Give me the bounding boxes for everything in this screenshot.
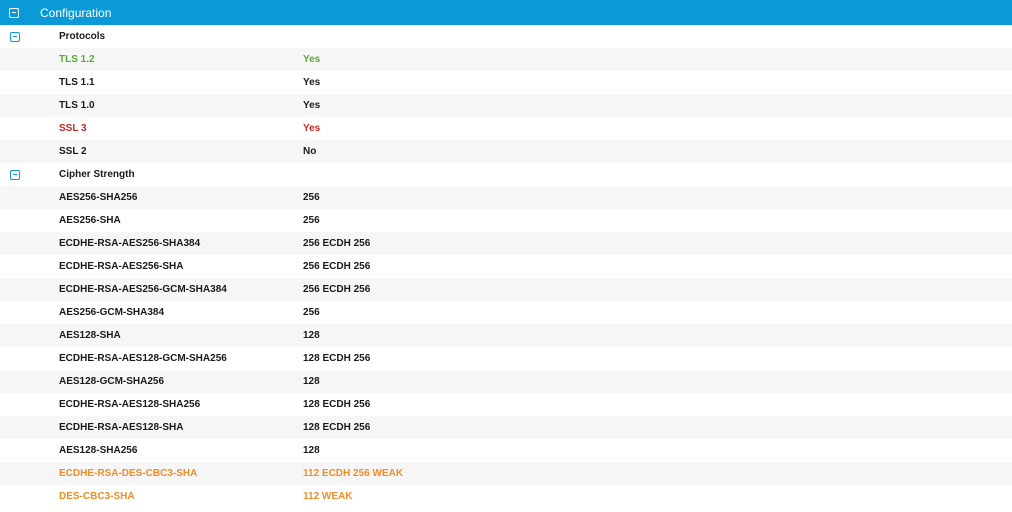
row-name: AES128-SHA: [59, 330, 121, 341]
row-value: 256: [303, 192, 320, 203]
row-value: 128 ECDH 256: [303, 422, 371, 433]
table-row: ECDHE-RSA-AES128-GCM-SHA256 128 ECDH 256: [0, 347, 1012, 370]
row-name: AES128-SHA256: [59, 445, 138, 456]
collapse-icon[interactable]: [10, 169, 20, 180]
row-value: 112 WEAK: [303, 491, 353, 502]
row-name: AES256-SHA: [59, 215, 121, 226]
row-value: 112 ECDH 256 WEAK: [303, 468, 404, 479]
row-name: ECDHE-RSA-DES-CBC3-SHA: [59, 468, 198, 479]
row-name: ECDHE-RSA-AES256-SHA: [59, 261, 184, 272]
table-row: SSL 2 No: [0, 140, 1012, 163]
table-row: ECDHE-RSA-AES256-SHA 256 ECDH 256: [0, 255, 1012, 278]
row-value: Yes: [303, 54, 321, 65]
row-name: AES256-GCM-SHA384: [59, 307, 165, 318]
table-row: ECDHE-RSA-AES128-SHA 128 ECDH 256: [0, 416, 1012, 439]
row-value: 256 ECDH 256: [303, 284, 371, 295]
row-value: 128 ECDH 256: [303, 399, 371, 410]
row-name: DES-CBC3-SHA: [59, 491, 135, 502]
table-row: ECDHE-RSA-AES256-SHA384 256 ECDH 256: [0, 232, 1012, 255]
table-row: AES256-SHA 256: [0, 209, 1012, 232]
row-name: ECDHE-RSA-AES256-GCM-SHA384: [59, 284, 227, 295]
row-name: ECDHE-RSA-AES256-SHA384: [59, 238, 201, 249]
table-row: TLS 1.0 Yes: [0, 94, 1012, 117]
row-name: AES128-GCM-SHA256: [59, 376, 165, 387]
row-value: 128: [303, 330, 320, 341]
row-name: ECDHE-RSA-AES128-SHA: [59, 422, 184, 433]
collapse-icon[interactable]: [10, 31, 20, 42]
table-row: SSL 3 Yes: [0, 117, 1012, 140]
row-name: SSL 2: [59, 146, 87, 157]
table-row: TLS 1.2 Yes: [0, 48, 1012, 71]
row-value: 256: [303, 215, 320, 226]
row-name: TLS 1.2: [59, 54, 95, 65]
config-content: Protocols TLS 1.2 Yes TLS 1.1 Yes TLS 1.0 Yes S…: [0, 25, 1012, 508]
table-row: AES256-SHA256 256: [0, 186, 1012, 209]
table-row: AES128-SHA256 128: [0, 439, 1012, 462]
row-name: TLS 1.0: [59, 100, 95, 111]
row-value: Yes: [303, 123, 321, 134]
table-row: AES128-GCM-SHA256 128: [0, 370, 1012, 393]
table-row: ECDHE-RSA-DES-CBC3-SHA 112 ECDH 256 WEAK: [0, 462, 1012, 485]
section-header: Protocols: [0, 25, 1012, 48]
section-header: Cipher Strength: [0, 163, 1012, 186]
row-name: ECDHE-RSA-AES128-SHA256: [59, 399, 201, 410]
table-row: AES256-GCM-SHA384 256: [0, 301, 1012, 324]
row-value: No: [303, 146, 317, 157]
config-title: Configuration: [40, 5, 112, 20]
row-value: 256 ECDH 256: [303, 261, 371, 272]
row-value: 256: [303, 307, 320, 318]
section-label: Cipher Strength: [59, 169, 135, 180]
config-header: Configuration: [0, 0, 1012, 25]
row-value: 128: [303, 445, 320, 456]
table-row: AES128-SHA 128: [0, 324, 1012, 347]
row-name: ECDHE-RSA-AES128-GCM-SHA256: [59, 353, 227, 364]
row-value: 128: [303, 376, 320, 387]
row-value: Yes: [303, 100, 321, 111]
row-value: 128 ECDH 256: [303, 353, 371, 364]
row-value: Yes: [303, 77, 321, 88]
table-row: DES-CBC3-SHA 112 WEAK: [0, 485, 1012, 508]
collapse-icon[interactable]: [9, 7, 19, 18]
section-label: Protocols: [59, 31, 106, 42]
table-row: ECDHE-RSA-AES256-GCM-SHA384 256 ECDH 256: [0, 278, 1012, 301]
table-row: TLS 1.1 Yes: [0, 71, 1012, 94]
row-name: TLS 1.1: [59, 77, 95, 88]
row-name: SSL 3: [59, 123, 87, 134]
table-row: ECDHE-RSA-AES128-SHA256 128 ECDH 256: [0, 393, 1012, 416]
row-name: AES256-SHA256: [59, 192, 138, 203]
row-value: 256 ECDH 256: [303, 238, 371, 249]
